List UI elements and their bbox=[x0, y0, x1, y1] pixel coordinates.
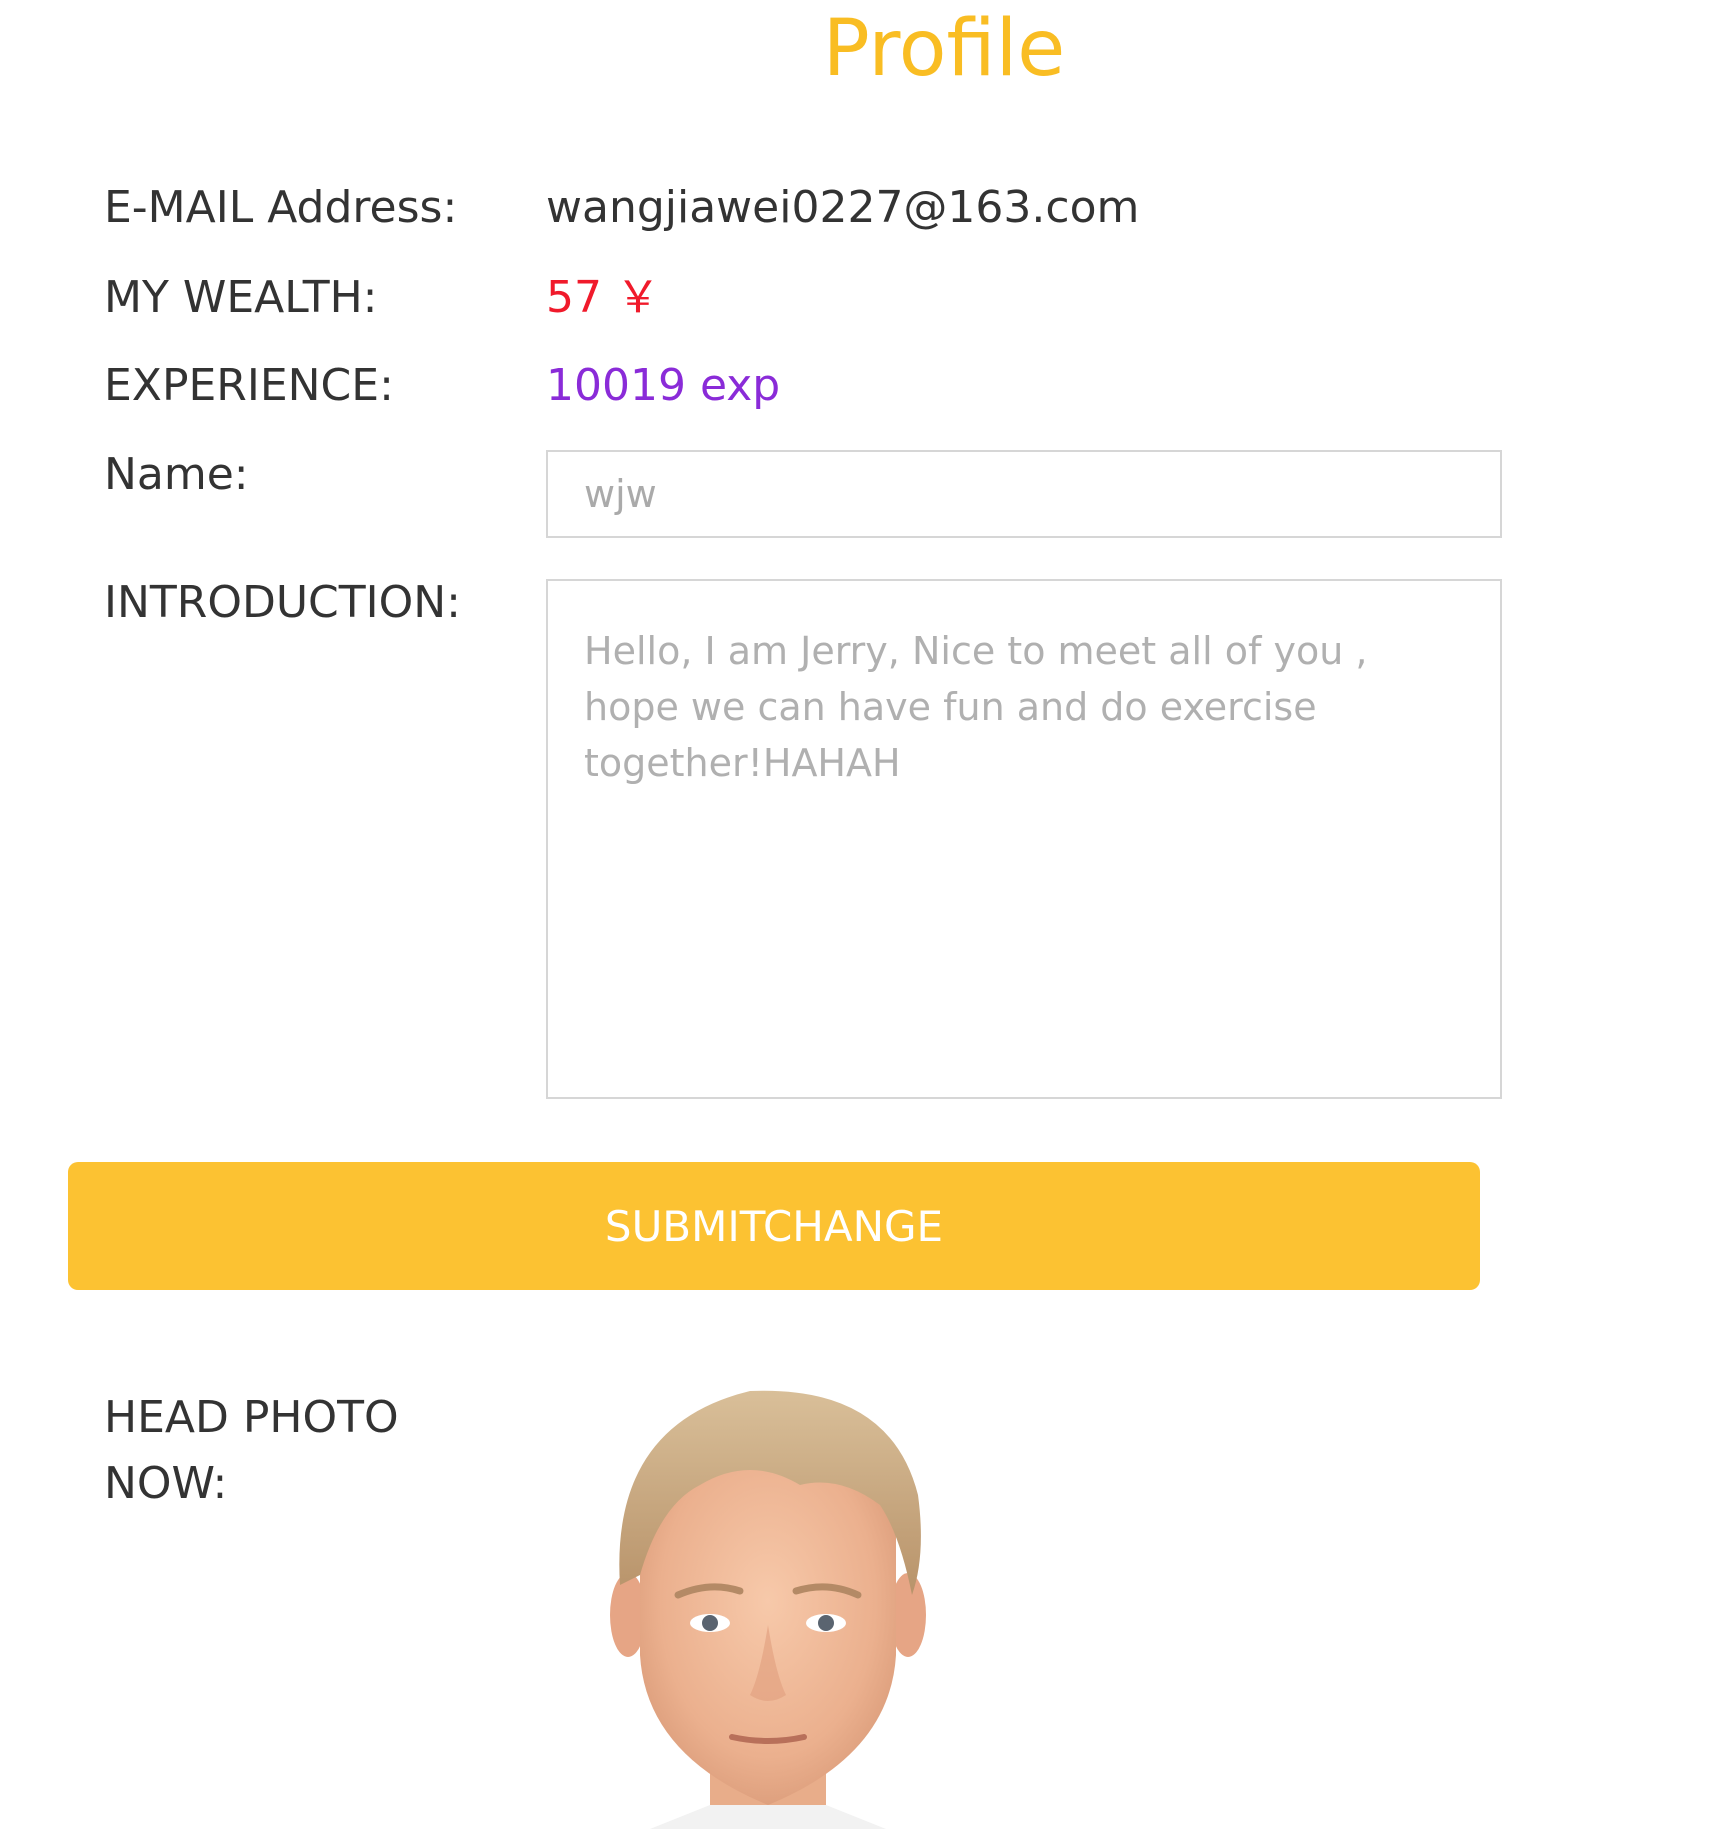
name-input[interactable] bbox=[546, 450, 1502, 538]
wealth-value: 57 ￥ bbox=[546, 272, 660, 323]
experience-label: EXPERIENCE: bbox=[104, 360, 394, 411]
wealth-label: MY WEALTH: bbox=[104, 272, 378, 323]
head-photo-label: HEAD PHOTO NOW: bbox=[104, 1392, 399, 1509]
introduction-textarea[interactable] bbox=[546, 579, 1502, 1099]
head-photo-image bbox=[600, 1385, 936, 1829]
name-label: Name: bbox=[104, 449, 249, 500]
page-title: Profile bbox=[822, 4, 1066, 94]
avatar[interactable] bbox=[600, 1385, 936, 1829]
experience-value: 10019 exp bbox=[546, 360, 781, 411]
email-value: wangjiawei0227@163.com bbox=[546, 182, 1140, 233]
submit-change-button[interactable]: SUBMITCHANGE bbox=[68, 1162, 1480, 1290]
introduction-label: INTRODUCTION: bbox=[104, 577, 462, 628]
email-label: E-MAIL Address: bbox=[104, 182, 458, 233]
